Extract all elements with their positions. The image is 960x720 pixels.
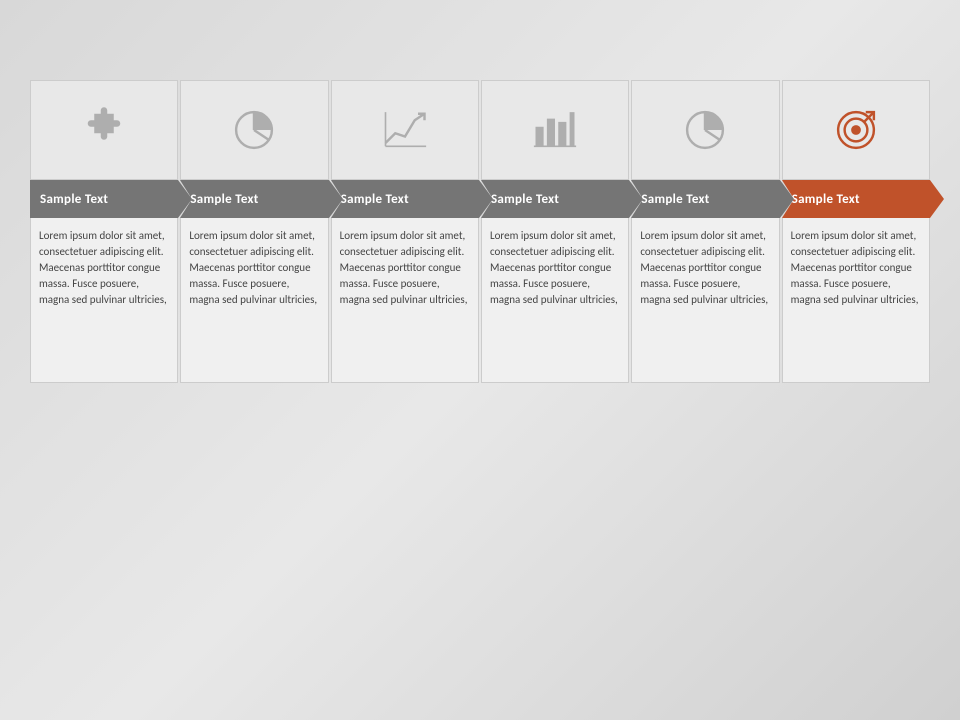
icon-box-2 [180,80,328,180]
icon-box-3 [331,80,479,180]
icon-box-5 [631,80,779,180]
step-label-4: Sample Text [481,180,629,218]
step-label-1: Sample Text [30,180,178,218]
step-col-4: Sample TextLorem ipsum dolor sit amet, c… [481,80,629,383]
step-col-2: Sample TextLorem ipsum dolor sit amet, c… [180,80,328,383]
step-label-5: Sample Text [631,180,779,218]
slide: Sample TextLorem ipsum dolor sit amet, c… [0,0,960,720]
step-body-2: Lorem ipsum dolor sit amet, consectetuer… [180,218,328,383]
step-body-3: Lorem ipsum dolor sit amet, consectetuer… [331,218,479,383]
step-col-5: Sample TextLorem ipsum dolor sit amet, c… [631,80,779,383]
step-label-6: Sample Text [782,180,930,218]
step-col-3: Sample TextLorem ipsum dolor sit amet, c… [331,80,479,383]
step-label-2: Sample Text [180,180,328,218]
step-body-5: Lorem ipsum dolor sit amet, consectetuer… [631,218,779,383]
flow-container: Sample TextLorem ipsum dolor sit amet, c… [30,80,930,383]
icon-box-4 [481,80,629,180]
step-body-4: Lorem ipsum dolor sit amet, consectetuer… [481,218,629,383]
step-body-1: Lorem ipsum dolor sit amet, consectetuer… [30,218,178,383]
step-col-1: Sample TextLorem ipsum dolor sit amet, c… [30,80,178,383]
step-col-6: Sample TextLorem ipsum dolor sit amet, c… [782,80,930,383]
step-body-6: Lorem ipsum dolor sit amet, consectetuer… [782,218,930,383]
icon-box-6 [782,80,930,180]
icon-box-1 [30,80,178,180]
step-label-3: Sample Text [331,180,479,218]
